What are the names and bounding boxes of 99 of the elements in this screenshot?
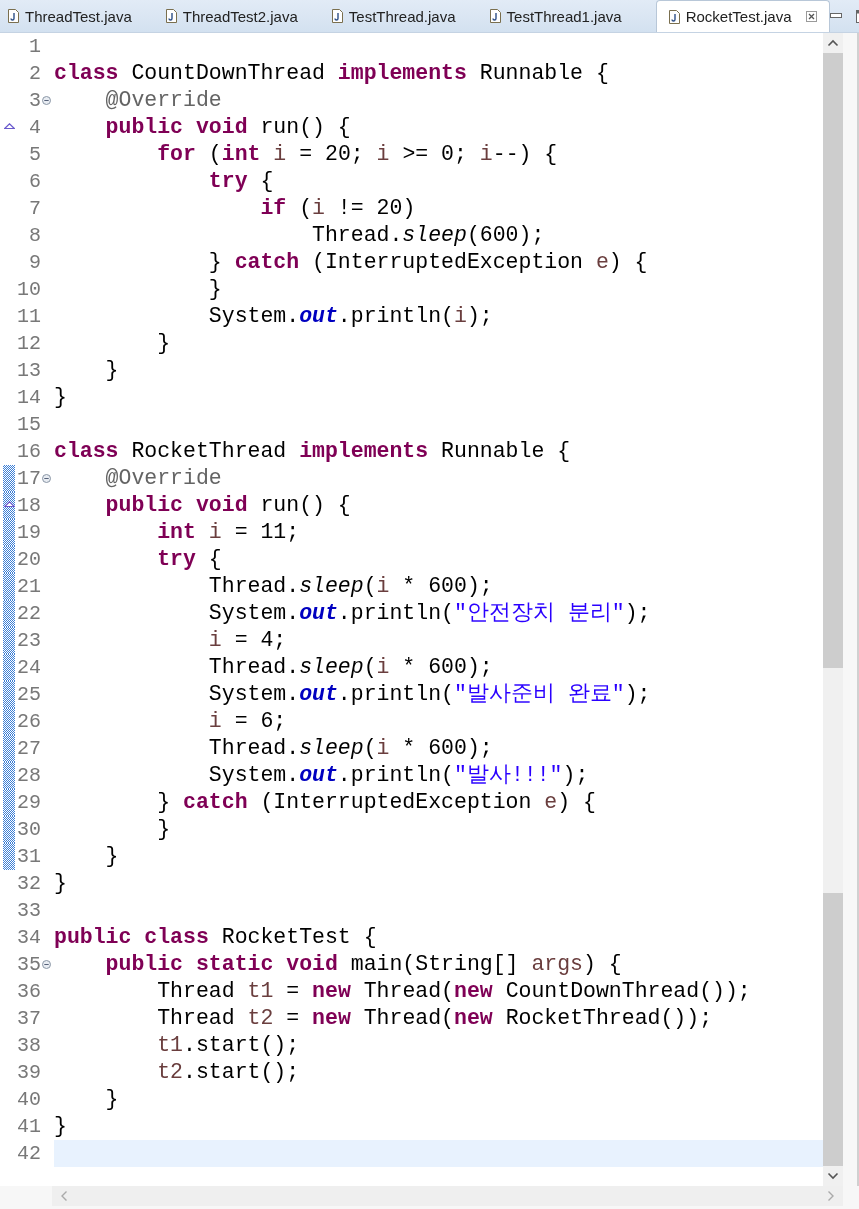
code-line: }	[104, 843, 120, 870]
line-number: 23	[16, 628, 41, 654]
line-number: 24	[16, 655, 41, 681]
line-number: 13	[16, 358, 41, 384]
line-number: 1	[28, 34, 41, 60]
code-line: t1.start();	[156, 1032, 301, 1059]
code-line: }	[156, 330, 172, 357]
collapse-icon[interactable]	[42, 96, 51, 105]
code-line: }	[54, 384, 68, 411]
code-line: System.out.println("안전장치 분리");	[207, 600, 652, 627]
minimize-icon[interactable]	[829, 13, 842, 19]
code-line: @Override	[104, 87, 223, 114]
line-number: 28	[16, 763, 41, 789]
line-number: 22	[16, 601, 41, 627]
code-line: public void run() {	[104, 114, 352, 141]
code-line: Thread.sleep(i * 600);	[207, 654, 494, 681]
line-number: 33	[16, 898, 41, 924]
code-line: public static void main(String[] args) {	[104, 951, 623, 978]
line-number: 34	[16, 925, 41, 951]
line-number: 7	[28, 196, 41, 222]
editor-tab[interactable]: TestThread.java	[323, 0, 468, 32]
scroll-down-icon[interactable]	[827, 1172, 839, 1180]
code-line: Thread t2 = new Thread(new RocketThread());	[156, 1005, 714, 1032]
code-line: } catch (InterruptedException e) {	[156, 789, 597, 816]
code-line: try {	[156, 546, 223, 573]
code-line: }	[104, 357, 120, 384]
line-number: 20	[16, 547, 41, 573]
editor-tab[interactable]: RocketTest.java	[655, 0, 830, 32]
file-icon	[331, 9, 343, 23]
line-number: 39	[16, 1060, 41, 1086]
line-number: 31	[16, 844, 41, 870]
code-line: Thread t1 = new Thread(new CountDownThread());	[156, 978, 752, 1005]
code-line: }	[156, 816, 172, 843]
line-number: 37	[16, 1006, 41, 1032]
editor-tab[interactable]: TestThread1.java	[481, 0, 634, 32]
line-number: 26	[16, 709, 41, 735]
line-number: 21	[16, 574, 41, 600]
line-number: 36	[16, 979, 41, 1005]
collapse-icon[interactable]	[42, 474, 51, 483]
code-line: System.out.println(i);	[207, 303, 494, 330]
close-icon[interactable]	[805, 11, 817, 22]
line-number: 29	[16, 790, 41, 816]
code-line: class RocketThread implements Runnable {	[54, 438, 572, 465]
scroll-thumb[interactable]	[823, 53, 843, 668]
line-number: 4	[28, 115, 41, 141]
code-line: System.out.println("발사!!!");	[207, 762, 590, 789]
line-number: 42	[16, 1141, 41, 1167]
line-number: 18	[16, 493, 41, 519]
line-number: 30	[16, 817, 41, 843]
line-number: 17	[16, 466, 41, 492]
line-number: 3	[28, 88, 41, 114]
line-number: 15	[16, 412, 41, 438]
file-icon	[489, 9, 501, 23]
scroll-up-icon[interactable]	[827, 39, 839, 47]
collapse-icon[interactable]	[42, 960, 51, 969]
line-number: 41	[16, 1114, 41, 1140]
line-number: 32	[16, 871, 41, 897]
code-line: i = 6;	[207, 708, 288, 735]
file-icon	[668, 9, 680, 24]
line-number: 12	[16, 331, 41, 357]
code-line: public void run() {	[104, 492, 352, 519]
code-line: t2.start();	[156, 1059, 301, 1086]
file-icon	[165, 9, 177, 23]
line-number: 10	[16, 277, 41, 303]
code-line: class CountDownThread implements Runnable {	[54, 60, 610, 87]
line-number: 38	[16, 1033, 41, 1059]
line-number: 25	[16, 682, 41, 708]
code-line: if (i != 20)	[259, 195, 417, 222]
code-line: i = 4;	[207, 627, 288, 654]
line-number: 6	[28, 169, 41, 195]
code-line: }	[207, 276, 223, 303]
line-number: 14	[16, 385, 41, 411]
editor-tab[interactable]: ThreadTest2.java	[157, 0, 310, 32]
line-number: 2	[28, 61, 41, 87]
line-number: 9	[28, 250, 41, 276]
code-line: Thread.sleep(i * 600);	[207, 735, 494, 762]
line-number: 5	[28, 142, 41, 168]
line-number: 27	[16, 736, 41, 762]
code-line: for (int i = 20; i >= 0; i--) {	[156, 141, 559, 168]
line-number: 19	[16, 520, 41, 546]
code-line: public class RocketTest {	[54, 924, 378, 951]
line-number: 11	[16, 304, 41, 330]
line-number: 16	[16, 439, 41, 465]
line-number: 40	[16, 1087, 41, 1113]
code-line: Thread.sleep(600);	[311, 222, 546, 249]
code-line: } catch (InterruptedException e) {	[207, 249, 649, 276]
code-line: }	[104, 1086, 120, 1113]
vertical-scrollbar[interactable]	[823, 33, 843, 1186]
code-line: }	[54, 870, 68, 897]
code-line: @Override	[104, 465, 223, 492]
code-line: System.out.println("발사준비 완료");	[207, 681, 652, 708]
code-line: }	[54, 1113, 68, 1140]
editor-tab[interactable]: ThreadTest.java	[0, 0, 144, 32]
code-line: try {	[207, 168, 275, 195]
file-icon	[8, 9, 19, 23]
line-number: 8	[28, 223, 41, 249]
code-line: int i = 11;	[156, 519, 301, 546]
line-number: 35	[16, 952, 41, 978]
code-line: Thread.sleep(i * 600);	[207, 573, 494, 600]
